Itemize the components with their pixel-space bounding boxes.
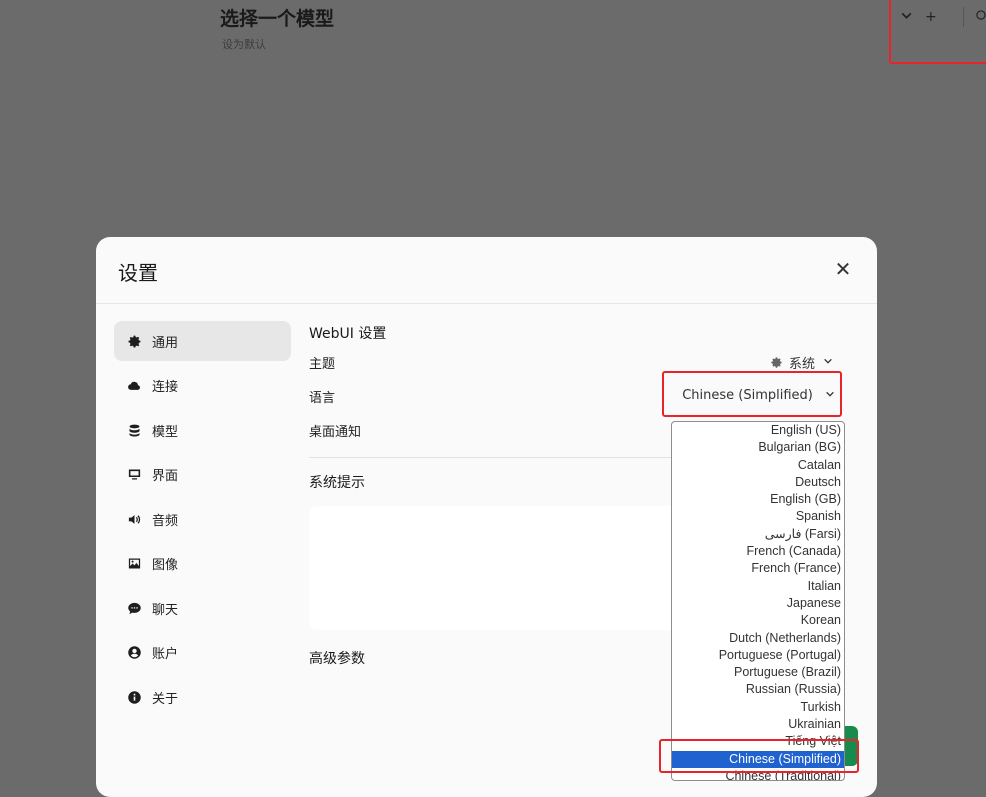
sidebar-item-label: 模型 (152, 424, 179, 440)
webui-settings-heading: WebUI 设置 (309, 326, 387, 342)
language-option[interactable]: Portuguese (Brazil) (672, 664, 844, 681)
info-icon (126, 689, 142, 705)
sidebar-item-label: 图像 (152, 558, 179, 573)
highlight-header-tools (889, 0, 986, 64)
monitor-icon (126, 467, 142, 483)
language-option[interactable]: Japanese (672, 595, 844, 612)
sidebar-item-connections[interactable]: 连接 (114, 366, 291, 406)
sidebar-item-images[interactable]: 图像 (114, 544, 291, 584)
language-option[interactable]: Spanish (672, 508, 844, 525)
language-option[interactable]: Bulgarian (BG) (672, 439, 844, 456)
sidebar-item-label: 关于 (152, 691, 179, 707)
image-icon (126, 556, 142, 572)
sidebar-item-label: 界面 (152, 469, 179, 484)
sidebar-item-audio[interactable]: 音频 (114, 499, 291, 539)
theme-label: 主题 (309, 357, 336, 372)
language-option[interactable]: Dutch (Netherlands) (672, 630, 844, 647)
modal-title: 设置 (118, 261, 158, 285)
gear-icon (126, 333, 142, 349)
sidebar-item-label: 账户 (152, 647, 179, 662)
theme-select[interactable]: 系统 (770, 353, 833, 372)
gear-icon (771, 357, 782, 368)
language-option[interactable]: Turkish (672, 699, 844, 716)
database-icon (126, 422, 142, 438)
sidebar-item-label: 通用 (152, 335, 179, 351)
language-option[interactable]: Korean (672, 612, 844, 629)
language-label: 语言 (309, 391, 336, 406)
modal-header: 设置 ✕ (96, 237, 877, 304)
language-option[interactable]: فارسی (Farsi) (672, 526, 844, 543)
highlight-language-select (662, 371, 842, 417)
chevron-down-icon (823, 356, 833, 369)
sidebar-item-label: 连接 (152, 380, 179, 395)
language-option[interactable]: Catalan (672, 457, 844, 474)
sidebar-item-account[interactable]: 账户 (114, 633, 291, 673)
speaker-icon (126, 511, 142, 527)
language-option[interactable]: Ukrainian (672, 716, 844, 733)
language-option[interactable]: English (GB) (672, 491, 844, 508)
language-option[interactable]: Deutsch (672, 474, 844, 491)
sidebar-item-general[interactable]: 通用 (114, 321, 291, 361)
set-default-link[interactable]: 设为默认 (222, 36, 266, 52)
language-option[interactable]: French (France) (672, 560, 844, 577)
cloud-icon (126, 378, 142, 394)
close-button[interactable]: ✕ (833, 259, 853, 279)
sidebar-item-about[interactable]: 关于 (114, 677, 291, 717)
sidebar-item-interface[interactable]: 界面 (114, 455, 291, 495)
language-option[interactable]: French (Canada) (672, 543, 844, 560)
settings-sidebar: 通用 连接 模型 界面 音频 图像 聊天 账户 关于 (114, 321, 291, 722)
model-selector-title[interactable]: 选择一个模型 (220, 4, 334, 31)
language-option[interactable]: Russian (Russia) (672, 681, 844, 698)
language-option[interactable]: Portuguese (Portugal) (672, 647, 844, 664)
language-option[interactable]: Italian (672, 578, 844, 595)
notifications-label: 桌面通知 (309, 425, 362, 440)
language-option[interactable]: English (US) (672, 422, 844, 439)
user-icon (126, 645, 142, 661)
theme-value: 系统 (788, 357, 815, 372)
sidebar-item-models[interactable]: 模型 (114, 410, 291, 450)
language-dropdown-list[interactable]: English (US) Bulgarian (BG) Catalan Deutsch… (671, 421, 845, 781)
sidebar-item-chat[interactable]: 聊天 (114, 588, 291, 628)
chat-icon (126, 600, 142, 616)
system-prompt-textarea[interactable] (309, 506, 701, 630)
highlight-selected-option (659, 739, 859, 773)
sidebar-item-label: 音频 (152, 513, 179, 529)
sidebar-item-label: 聊天 (152, 602, 179, 618)
